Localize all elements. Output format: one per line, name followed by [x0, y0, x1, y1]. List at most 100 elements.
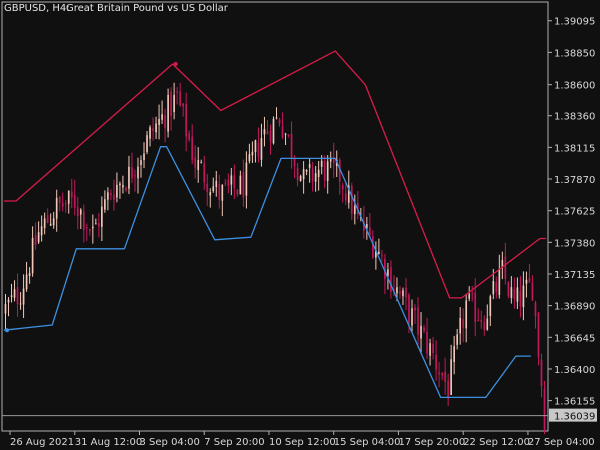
candle-body: [519, 291, 522, 307]
candle-body: [513, 288, 516, 300]
candle-body: [456, 334, 459, 345]
price-label: 1.36890: [554, 302, 595, 313]
candle-body: [534, 302, 537, 317]
candle-body: [128, 166, 130, 189]
candle-body: [260, 138, 263, 160]
candle-body: [67, 190, 70, 204]
chart-canvas[interactable]: 1.39095 1.38850 1.38600 1.38360 1.38115 1.378…: [0, 0, 600, 450]
candle-body: [185, 103, 188, 137]
candle-body: [158, 119, 160, 125]
candle-body: [305, 170, 308, 172]
candle-body: [79, 209, 82, 215]
candle-body: [528, 277, 531, 283]
candle-body: [540, 359, 543, 387]
candle-body: [221, 184, 224, 201]
candle-body: [52, 218, 55, 226]
candle-body: [504, 256, 507, 279]
candle-body: [414, 307, 416, 311]
candle-body: [85, 227, 88, 229]
candle-body: [483, 321, 486, 331]
candle-body: [233, 175, 236, 188]
price-label: 1.38850: [554, 48, 595, 59]
candle-body: [125, 187, 127, 191]
candle-body: [110, 193, 112, 196]
candle-body: [447, 380, 449, 399]
candle-body: [55, 198, 58, 219]
candle-body: [212, 186, 215, 192]
current-price-label: 1.36039: [554, 412, 595, 423]
candle-body: [91, 226, 94, 229]
candle-body: [209, 192, 212, 196]
candle-body: [131, 167, 133, 179]
candle-body: [459, 317, 462, 334]
candle-body: [489, 296, 492, 317]
price-label: 1.36645: [554, 333, 595, 344]
price-label: 1.38360: [554, 112, 595, 123]
symbol-timeframe: GBPUSD, H4:: [4, 3, 70, 14]
candle-body: [314, 173, 317, 182]
candle-body: [176, 91, 178, 93]
candle-body: [146, 135, 148, 153]
time-label: 7 Sep 20:00: [204, 437, 264, 448]
chart-window[interactable]: 1.39095 1.38850 1.38600 1.38360 1.38115 1.378…: [0, 0, 600, 450]
candle-body: [474, 292, 477, 323]
symbol-description: Great Britain Pound vs US Dollar: [66, 3, 229, 14]
candle-body: [399, 290, 401, 295]
candle-body: [341, 184, 344, 190]
candle-body: [188, 133, 191, 140]
candle-body: [98, 223, 100, 227]
candle-body: [248, 154, 251, 162]
candle-body: [405, 287, 407, 298]
candle-body: [450, 359, 452, 395]
candle-body: [239, 175, 242, 195]
candle-body: [167, 94, 169, 132]
candle-body: [408, 294, 410, 323]
candle-body: [543, 388, 546, 431]
candle-body: [64, 203, 67, 205]
candle-body: [320, 160, 323, 167]
price-label: 1.36400: [554, 365, 595, 376]
price-label: 1.37380: [554, 238, 595, 249]
candle-body: [438, 372, 440, 375]
candle-body: [296, 167, 299, 181]
candle-body: [230, 175, 233, 185]
candle-body: [13, 289, 16, 298]
candle-body: [287, 134, 290, 136]
candle-body: [435, 354, 437, 370]
candle-body: [49, 223, 52, 226]
candle-body: [236, 189, 239, 195]
candle-body: [281, 125, 284, 138]
candle-body: [76, 207, 79, 216]
time-label: 26 Aug 2021: [10, 437, 74, 448]
candle-body: [40, 226, 43, 236]
support-line-start-dot: [5, 328, 10, 333]
candle-body: [441, 372, 443, 376]
candle-body: [317, 169, 320, 177]
candle-body: [149, 127, 151, 139]
candle-body: [510, 287, 513, 298]
time-label: 10 Sep 12:00: [269, 437, 336, 448]
chart-header: GBPUSD, H4: Great Britain Pound vs US Do…: [4, 3, 229, 14]
candle-body: [432, 343, 434, 354]
candle-body: [19, 303, 22, 305]
candle-body: [143, 153, 145, 160]
candle-body: [161, 114, 163, 120]
candle-body: [522, 285, 525, 308]
candle-body: [369, 227, 371, 236]
candle-body: [107, 192, 109, 200]
price-label: 1.36155: [554, 397, 595, 408]
candle-body: [104, 199, 106, 210]
candle-body: [16, 286, 19, 304]
candle-body: [326, 161, 329, 181]
candle-body: [423, 327, 425, 331]
candle-body: [134, 175, 136, 177]
time-label: 27 Sep 04:00: [528, 437, 595, 448]
candle-body: [420, 325, 422, 339]
candle-body: [269, 130, 272, 142]
candle-body: [227, 179, 230, 186]
candle-body: [468, 294, 471, 299]
candle-body: [323, 160, 326, 181]
candle-body: [293, 158, 296, 167]
candle-body: [200, 162, 203, 164]
price-label: 1.38115: [554, 143, 595, 154]
